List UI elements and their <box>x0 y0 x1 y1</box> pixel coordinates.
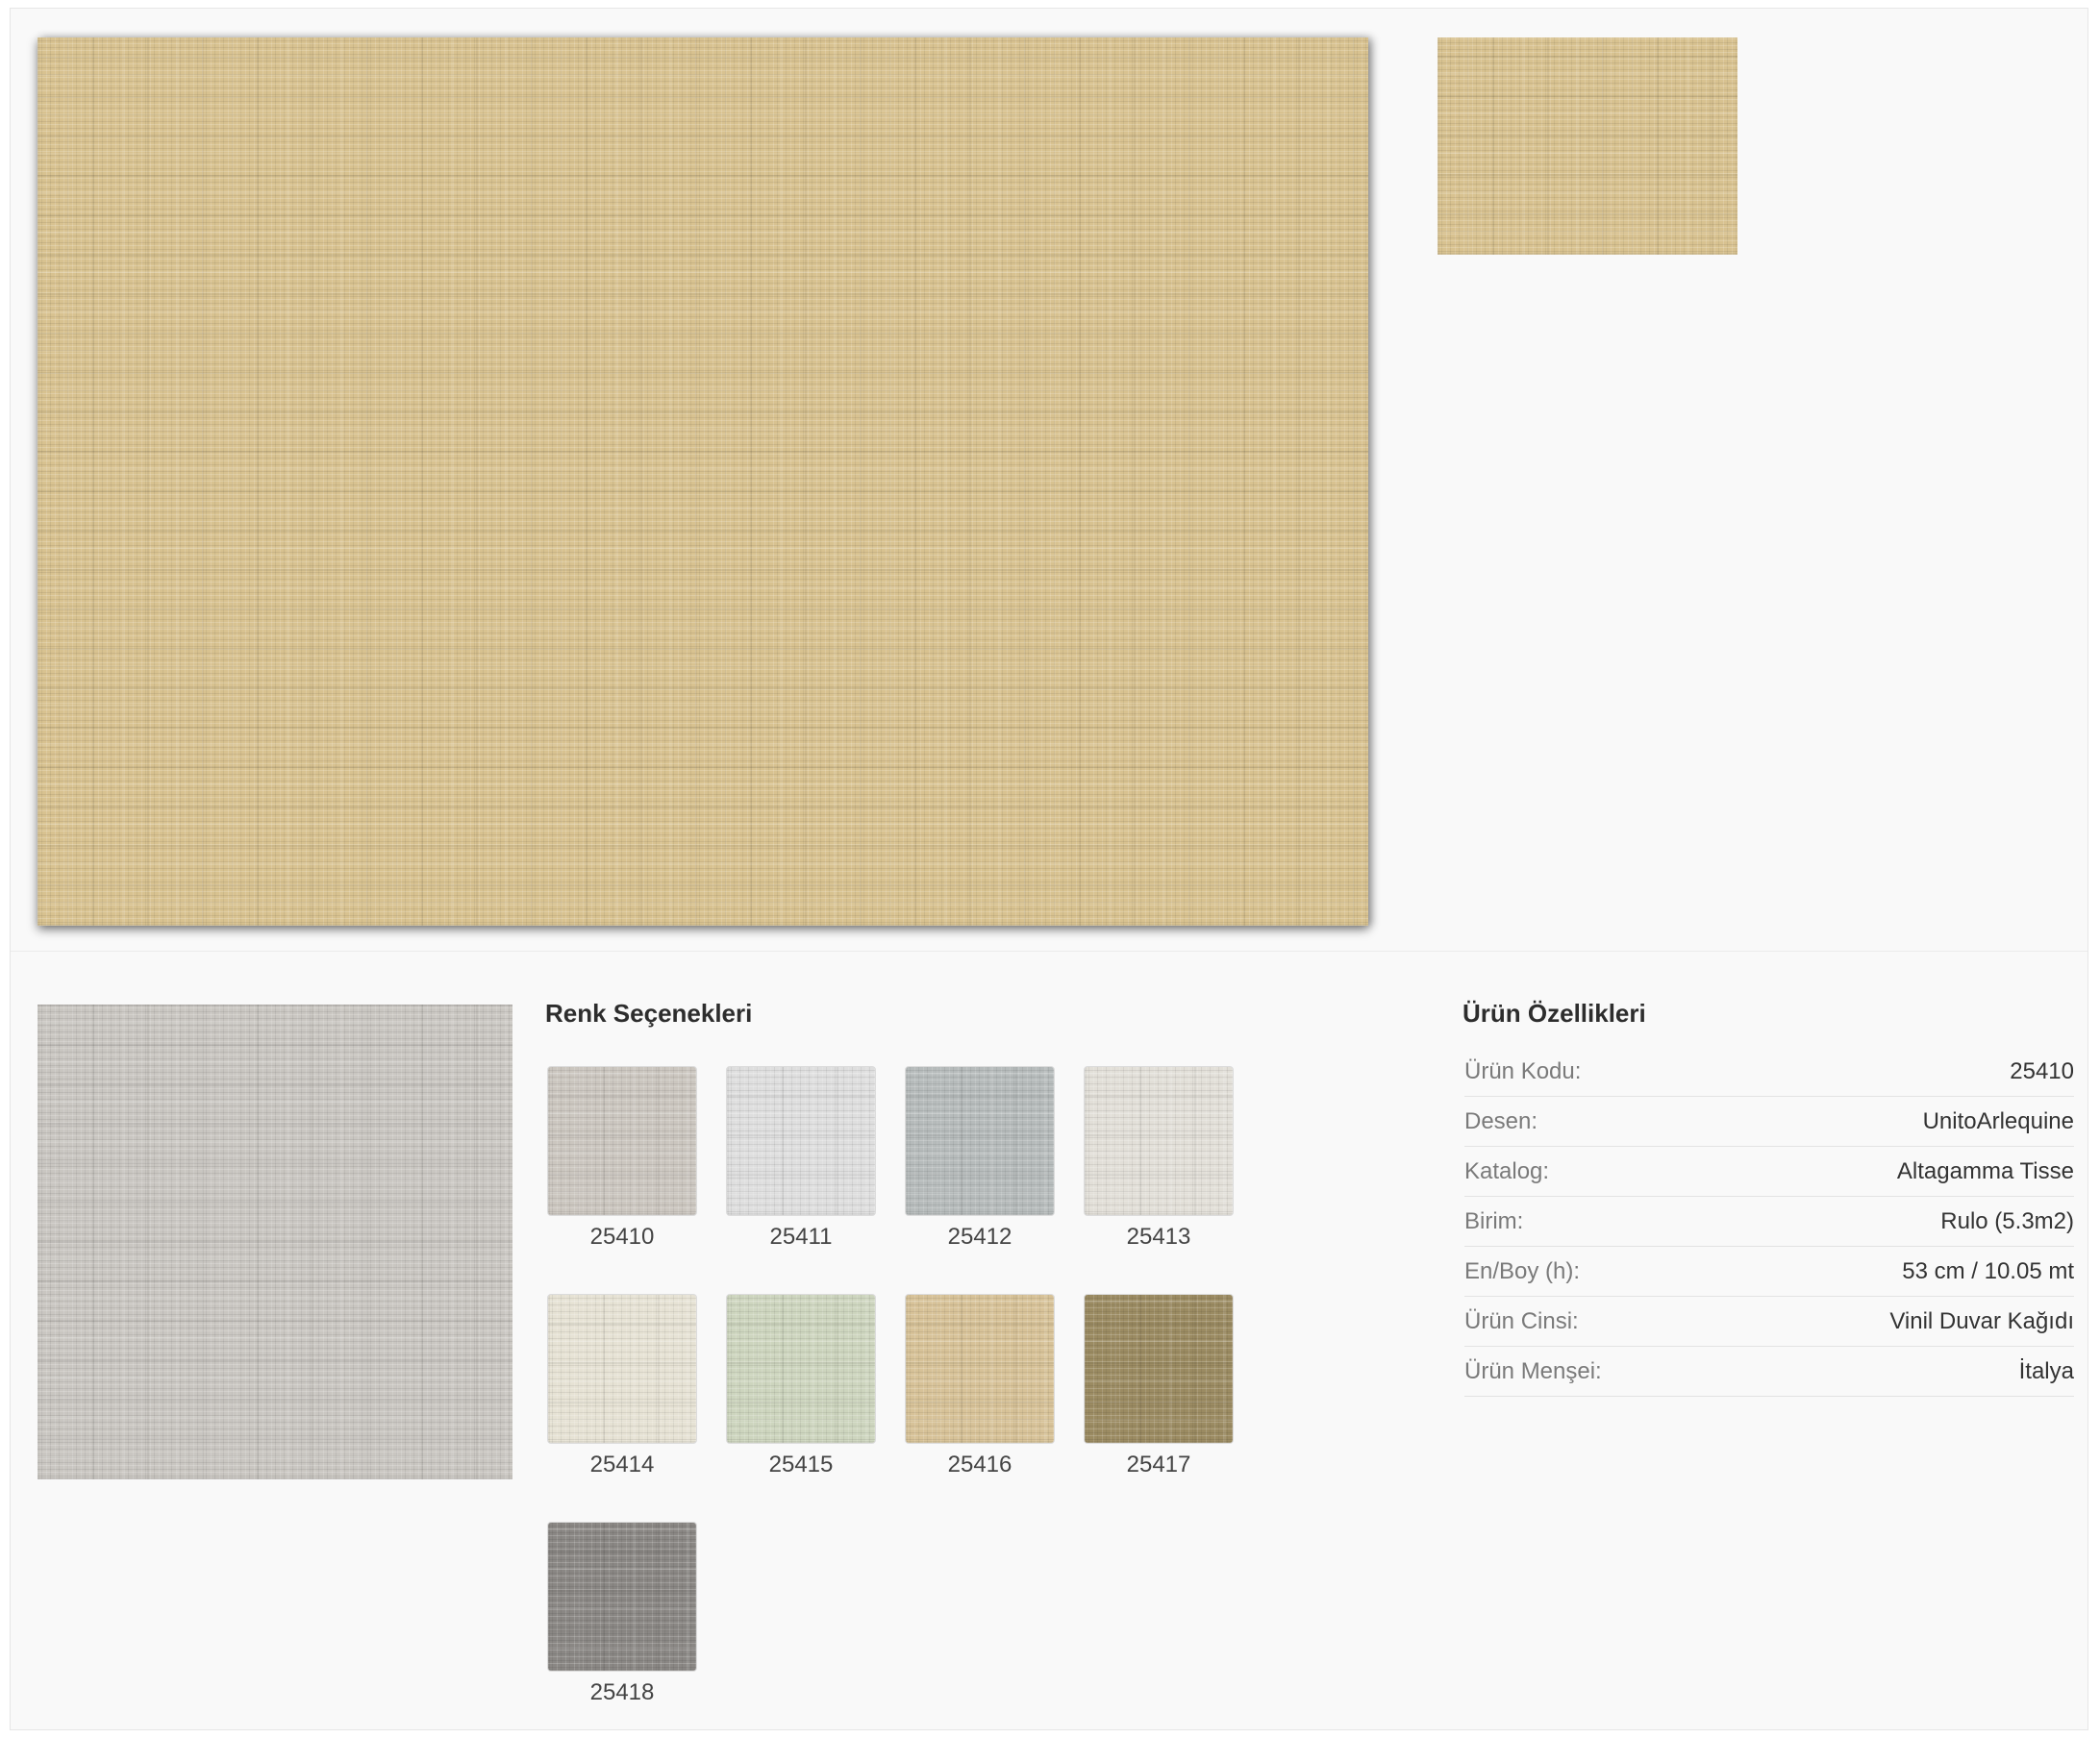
spec-value: 53 cm / 10.05 mt <box>1902 1257 2074 1284</box>
selected-swatch-image[interactable] <box>38 1005 512 1479</box>
color-swatch[interactable]: 25415 <box>726 1294 876 1478</box>
swatch-chip[interactable] <box>905 1294 1055 1444</box>
spec-label: Katalog: <box>1464 1157 1550 1184</box>
swatch-chip[interactable] <box>726 1294 876 1444</box>
spec-label: Ürün Cinsi: <box>1464 1307 1579 1334</box>
thumbnail-image[interactable] <box>1438 37 1738 255</box>
color-swatch[interactable]: 25416 <box>905 1294 1055 1478</box>
product-page: Renk Seçenekleri 25410 25411 25412 25413 254… <box>10 8 2088 1730</box>
swatch-code: 25417 <box>1126 1452 1191 1477</box>
color-swatch[interactable]: 25412 <box>905 1066 1055 1251</box>
color-swatch[interactable]: 25413 <box>1084 1066 1234 1251</box>
spec-label: Ürün Menşei: <box>1464 1357 1602 1384</box>
spec-value: Altagamma Tisse <box>1896 1157 2074 1184</box>
swatch-chip[interactable] <box>547 1066 697 1216</box>
section-divider <box>11 951 2088 952</box>
spec-value: Vinil Duvar Kağıdı <box>1889 1307 2074 1334</box>
spec-row: Ürün Kodu: 25410 <box>1464 1047 2074 1097</box>
swatch-chip[interactable] <box>905 1066 1055 1216</box>
spec-label: Birim: <box>1464 1207 1524 1234</box>
spec-row: Ürün Menşei: İtalya <box>1464 1347 2074 1397</box>
color-options-title: Renk Seçenekleri <box>545 999 753 1028</box>
swatch-code: 25416 <box>947 1452 1012 1477</box>
color-swatch[interactable]: 25410 <box>547 1066 697 1251</box>
color-swatch[interactable]: 25418 <box>547 1522 697 1706</box>
swatch-code: 25418 <box>589 1679 655 1705</box>
swatch-chip[interactable] <box>1084 1294 1234 1444</box>
swatch-code: 25412 <box>947 1224 1012 1250</box>
spec-label: En/Boy (h): <box>1464 1257 1581 1284</box>
swatch-code: 25411 <box>769 1224 833 1250</box>
spec-row: Birim: Rulo (5.3m2) <box>1464 1197 2074 1247</box>
color-swatch[interactable]: 25414 <box>547 1294 697 1478</box>
swatch-code: 25415 <box>768 1452 834 1477</box>
swatch-chip[interactable] <box>547 1294 697 1444</box>
swatch-chip[interactable] <box>726 1066 876 1216</box>
product-specs-list: Ürün Kodu: 25410 Desen: UnitoArlequine Katal… <box>1464 1047 2074 1397</box>
product-specs-title: Ürün Özellikleri <box>1462 999 1646 1028</box>
spec-value: 25410 <box>2010 1057 2074 1084</box>
spec-value: Rulo (5.3m2) <box>1940 1207 2074 1234</box>
spec-value: UnitoArlequine <box>1922 1107 2074 1134</box>
swatch-chip[interactable] <box>1084 1066 1234 1216</box>
swatch-code: 25410 <box>589 1224 655 1250</box>
swatch-code: 25414 <box>589 1452 655 1477</box>
spec-label: Desen: <box>1464 1107 1538 1134</box>
color-swatch[interactable]: 25417 <box>1084 1294 1234 1478</box>
spec-row: Desen: UnitoArlequine <box>1464 1097 2074 1147</box>
spec-label: Ürün Kodu: <box>1464 1057 1582 1084</box>
swatch-code: 25413 <box>1126 1224 1191 1250</box>
spec-value: İtalya <box>2018 1357 2074 1384</box>
spec-row: Ürün Cinsi: Vinil Duvar Kağıdı <box>1464 1297 2074 1347</box>
spec-row: En/Boy (h): 53 cm / 10.05 mt <box>1464 1247 2074 1297</box>
main-product-image[interactable] <box>38 37 1368 926</box>
swatch-chip[interactable] <box>547 1522 697 1672</box>
color-swatch[interactable]: 25411 <box>726 1066 876 1251</box>
spec-row: Katalog: Altagamma Tisse <box>1464 1147 2074 1197</box>
